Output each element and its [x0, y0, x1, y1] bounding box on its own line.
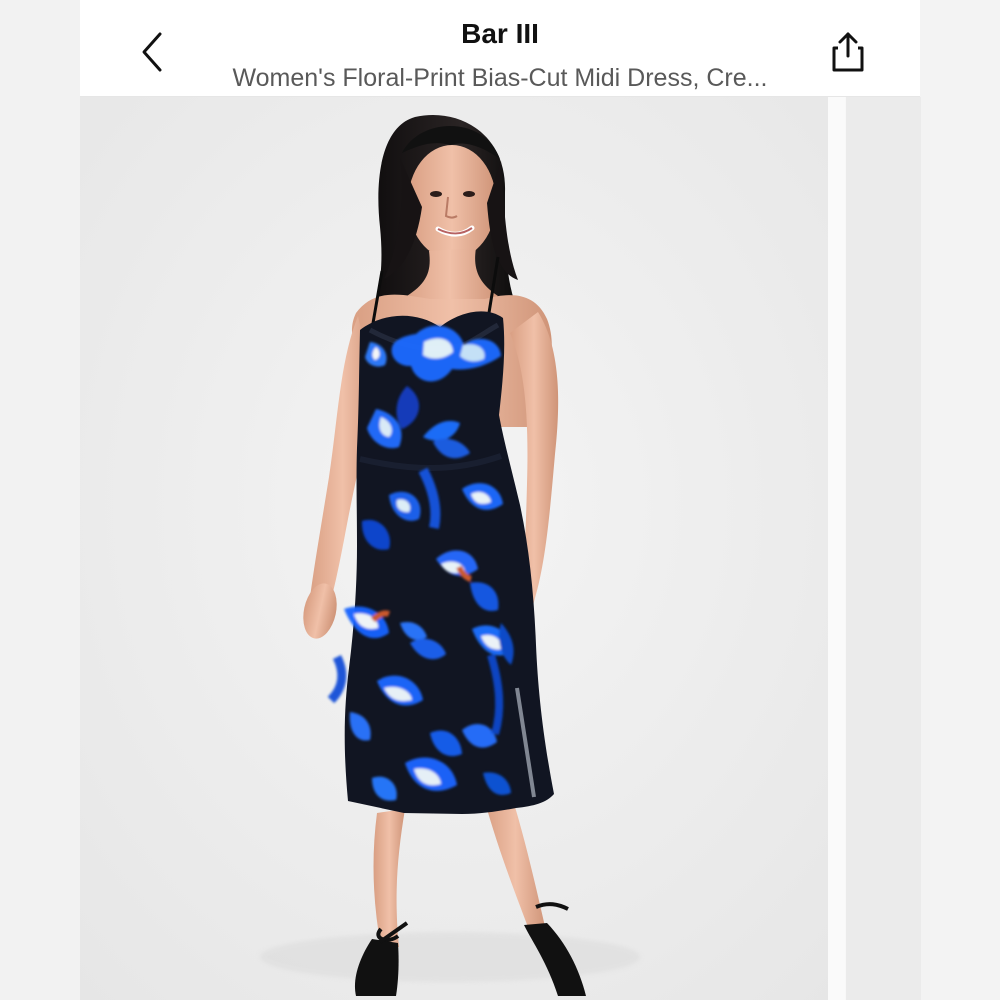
product-image-gallery[interactable]	[80, 97, 920, 1000]
share-icon	[832, 32, 864, 72]
gallery-divider	[828, 97, 845, 1000]
product-detail-screen: Bar III Women's Floral-Print Bias-Cut Mi…	[0, 0, 1000, 1000]
product-title: Women's Floral-Print Bias-Cut Midi Dress…	[232, 64, 768, 92]
brand-name: Bar III	[461, 18, 539, 49]
share-button[interactable]	[826, 28, 870, 76]
product-header: Bar III Women's Floral-Print Bias-Cut Mi…	[80, 0, 920, 97]
left-page-margin	[0, 0, 80, 1000]
right-page-margin	[920, 0, 1000, 1000]
model-wearing-floral-dress-image	[80, 97, 840, 1000]
next-image-preview[interactable]	[845, 97, 921, 1000]
